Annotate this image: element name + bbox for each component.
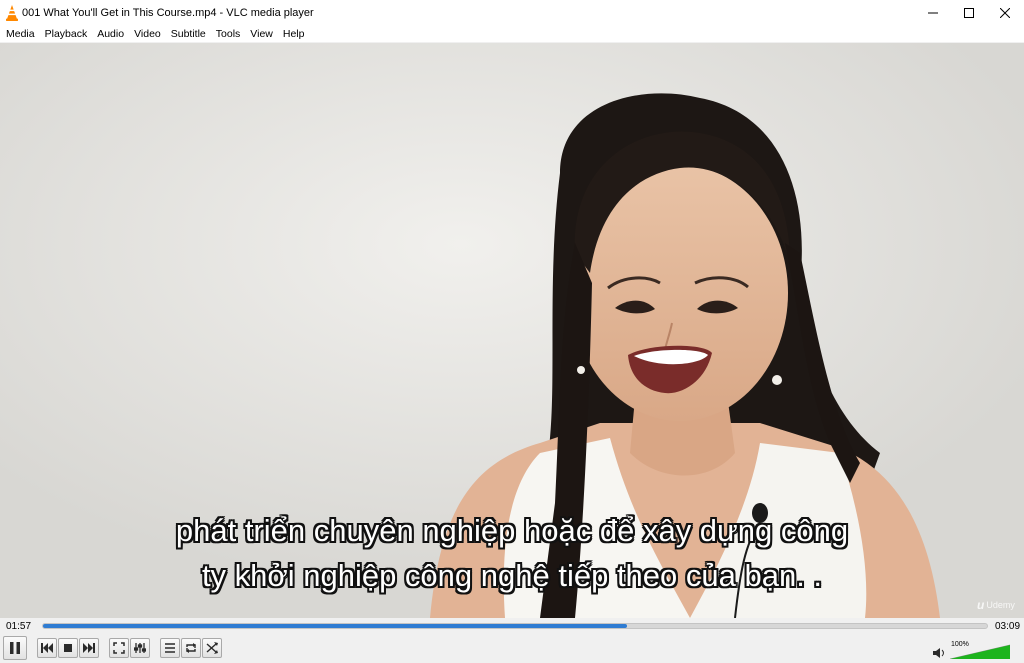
- volume-slider[interactable]: [950, 639, 1010, 659]
- fullscreen-button[interactable]: [109, 638, 129, 658]
- loop-button[interactable]: [181, 638, 201, 658]
- udemy-watermark: u Udemy: [977, 598, 1015, 612]
- seek-row: 01:57 03:09: [0, 618, 1024, 635]
- menu-video[interactable]: Video: [130, 26, 167, 43]
- total-time[interactable]: 03:09: [995, 621, 1020, 632]
- menu-playback[interactable]: Playback: [41, 26, 94, 43]
- pause-icon: [10, 642, 20, 654]
- menu-help[interactable]: Help: [279, 26, 311, 43]
- stop-icon: [64, 644, 72, 652]
- next-button[interactable]: [79, 638, 99, 658]
- subtitle-line-2: ty khởi nghiệp công nghệ tiếp theo của b…: [201, 558, 823, 593]
- udemy-logo-icon: u: [977, 598, 985, 612]
- previous-icon: [41, 643, 53, 653]
- playlist-icon: [165, 643, 175, 653]
- maximize-icon: [964, 8, 974, 18]
- extended-settings-button[interactable]: [130, 638, 150, 658]
- subtitle-line-1: phát triển chuyên nghiệp hoặc để xây dựn…: [175, 513, 849, 548]
- close-icon: [1000, 8, 1010, 18]
- controls-bar: 100%: [0, 635, 1024, 663]
- speaker-icon[interactable]: [933, 648, 945, 658]
- menu-subtitle[interactable]: Subtitle: [167, 26, 212, 43]
- seek-slider[interactable]: [42, 623, 988, 629]
- maximize-button[interactable]: [950, 0, 988, 26]
- stop-button[interactable]: [58, 638, 78, 658]
- loop-icon: [186, 643, 196, 653]
- menu-view[interactable]: View: [246, 26, 279, 43]
- menu-bar: Media Playback Audio Video Subtitle Tool…: [0, 26, 1024, 43]
- pause-button[interactable]: [3, 636, 27, 660]
- minimize-icon: [928, 12, 938, 14]
- watermark-text: Udemy: [986, 600, 1015, 610]
- menu-media[interactable]: Media: [2, 26, 41, 43]
- vlc-cone-icon: [6, 5, 18, 21]
- menu-tools[interactable]: Tools: [212, 26, 247, 43]
- title-bar: 001 What You'll Get in This Course.mp4 -…: [0, 0, 1024, 26]
- video-area[interactable]: phát triển chuyên nghiệp hoặc để xây dựn…: [0, 43, 1024, 618]
- shuffle-button[interactable]: [202, 638, 222, 658]
- elapsed-time[interactable]: 01:57: [6, 621, 31, 632]
- next-icon: [83, 643, 95, 653]
- fullscreen-icon: [113, 642, 125, 654]
- extended-settings-icon: [134, 643, 146, 653]
- minimize-button[interactable]: [914, 0, 952, 26]
- close-button[interactable]: [986, 0, 1024, 26]
- seek-progress: [43, 624, 627, 628]
- playlist-button[interactable]: [160, 638, 180, 658]
- shuffle-icon: [206, 642, 218, 654]
- previous-button[interactable]: [37, 638, 57, 658]
- window-title: 001 What You'll Get in This Course.mp4 -…: [22, 7, 314, 19]
- menu-audio[interactable]: Audio: [93, 26, 130, 43]
